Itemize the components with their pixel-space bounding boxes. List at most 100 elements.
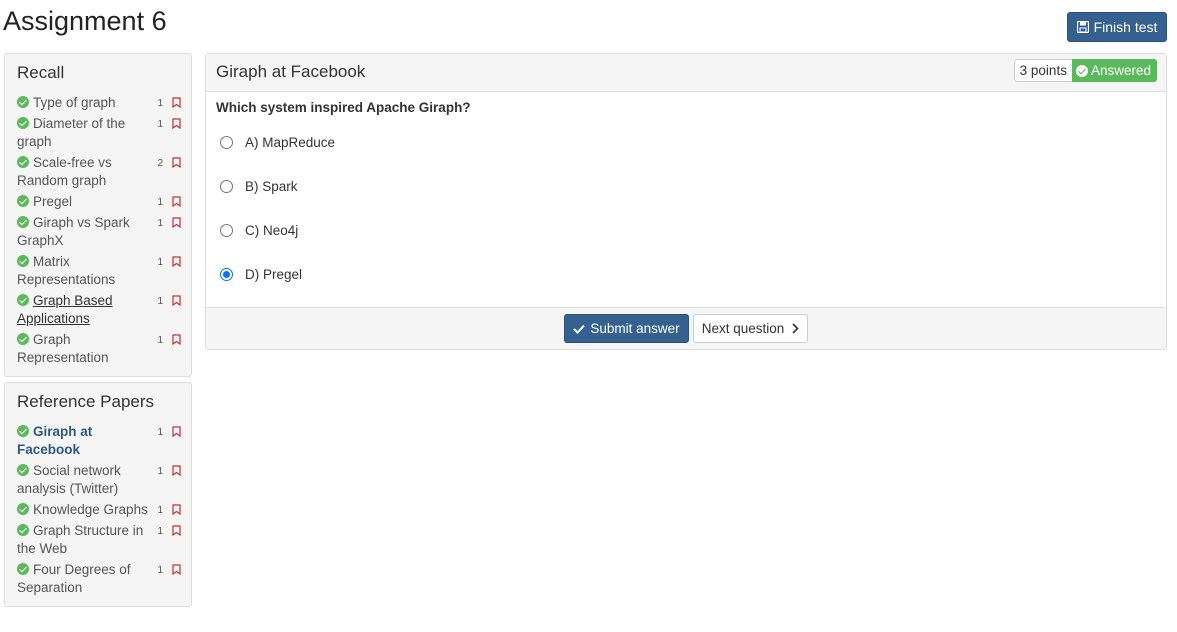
check-circle-icon <box>17 294 29 306</box>
bookmark-icon[interactable] <box>172 334 181 345</box>
nav-item-type-of-graph[interactable]: Type of graph 1 <box>13 94 183 112</box>
answered-badge: Answered <box>1071 59 1157 82</box>
radio-button[interactable] <box>220 180 233 193</box>
check-circle-icon <box>17 333 29 345</box>
option-label: B) Spark <box>245 179 298 194</box>
check-icon <box>573 324 586 334</box>
check-circle-icon <box>17 255 29 267</box>
nav-item-points: 1 <box>157 565 163 576</box>
bookmark-icon[interactable] <box>172 118 181 129</box>
submit-answer-button[interactable]: Submit answer <box>564 314 689 343</box>
nav-item-label: Graph Structure in the Web <box>17 523 144 556</box>
nav-item-label: Scale-free vs Random graph <box>17 155 112 188</box>
option-label: D) Pregel <box>245 267 303 282</box>
answered-label: Answered <box>1090 63 1151 78</box>
bookmark-icon[interactable] <box>172 564 181 575</box>
question-header: Giraph at Facebook 3 points Answered <box>206 54 1166 92</box>
nav-item-points: 1 <box>157 98 163 109</box>
check-circle-icon <box>17 425 29 437</box>
nav-item-label: Type of graph <box>33 95 116 110</box>
check-circle-icon <box>17 563 29 575</box>
option-label: C) Neo4j <box>245 223 299 238</box>
reference-papers-panel: Reference Papers Giraph at Facebook 1 So… <box>4 382 192 607</box>
nav-item-points: 1 <box>157 119 163 130</box>
page-title: Assignment 6 <box>3 6 167 36</box>
finish-test-button[interactable]: Finish test <box>1067 12 1167 42</box>
bookmark-icon[interactable] <box>172 504 181 515</box>
option-a[interactable]: A) MapReduce <box>220 135 335 150</box>
check-circle-icon <box>17 503 29 515</box>
bookmark-icon[interactable] <box>172 196 181 207</box>
option-label: A) MapReduce <box>245 135 336 150</box>
nav-item-giraph-at-facebook[interactable]: Giraph at Facebook 1 <box>13 423 183 459</box>
nav-item-label: Four Degrees of Separation <box>17 562 131 595</box>
nav-item-points: 1 <box>157 197 163 208</box>
bookmark-icon[interactable] <box>172 525 181 536</box>
nav-item-knowledge-graphs[interactable]: Knowledge Graphs 1 <box>13 501 183 519</box>
radio-button[interactable] <box>220 268 233 281</box>
nav-item-diameter[interactable]: Diameter of the graph 1 <box>13 115 183 151</box>
check-circle-icon <box>17 156 29 168</box>
question-text: Which system inspired Apache Giraph? <box>216 100 471 115</box>
reference-papers-title: Reference Papers <box>17 392 155 411</box>
chevron-right-icon <box>792 323 799 334</box>
bookmark-icon[interactable] <box>172 426 181 437</box>
nav-item-graph-representation[interactable]: Graph Representation 1 <box>13 331 183 367</box>
nav-item-graph-structure-web[interactable]: Graph Structure in the Web 1 <box>13 522 183 558</box>
question-title: Giraph at Facebook <box>216 62 366 81</box>
nav-item-label: Pregel <box>33 194 73 209</box>
nav-item-points: 1 <box>157 257 163 268</box>
recall-title: Recall <box>17 63 65 82</box>
option-c[interactable]: C) Neo4j <box>220 223 298 238</box>
bookmark-icon[interactable] <box>172 256 181 267</box>
check-circle-icon <box>17 216 29 228</box>
nav-item-graph-based-apps[interactable]: Graph Based Applications 1 <box>13 292 183 328</box>
nav-item-pregel[interactable]: Pregel 1 <box>13 193 183 211</box>
reference-papers-list: Giraph at Facebook 1 Social network anal… <box>13 423 183 600</box>
status-badge: 3 points Answered <box>1013 59 1157 82</box>
nav-item-points: 1 <box>157 427 163 438</box>
nav-item-label: Matrix Representations <box>17 254 116 287</box>
recall-list: Type of graph 1 Diameter of the graph 1 … <box>13 94 183 370</box>
next-question-label: Next question <box>701 321 785 336</box>
nav-item-label: Knowledge Graphs <box>33 502 148 517</box>
check-circle-icon <box>1075 64 1088 77</box>
nav-item-label: Giraph vs Spark GraphX <box>17 215 130 248</box>
nav-item-label: Graph Based Applications <box>17 293 113 326</box>
nav-item-scale-free[interactable]: Scale-free vs Random graph 2 <box>13 154 183 190</box>
question-footer: Submit answer Next question <box>206 307 1166 349</box>
check-circle-icon <box>17 195 29 207</box>
submit-answer-label: Submit answer <box>590 321 680 336</box>
nav-item-points: 1 <box>157 335 163 346</box>
question-panel: Giraph at Facebook 3 points Answered Whi… <box>205 53 1167 350</box>
bookmark-icon[interactable] <box>172 295 181 306</box>
nav-item-label: Diameter of the graph <box>17 116 126 149</box>
nav-item-social-network[interactable]: Social network analysis (Twitter) 1 <box>13 462 183 498</box>
bookmark-icon[interactable] <box>172 465 181 476</box>
nav-item-points: 1 <box>157 466 163 477</box>
next-question-button[interactable]: Next question <box>693 314 808 343</box>
nav-item-points: 1 <box>157 218 163 229</box>
radio-button[interactable] <box>220 136 233 149</box>
nav-item-label: Graph Representation <box>17 332 109 365</box>
bookmark-icon[interactable] <box>172 157 181 168</box>
nav-item-points: 1 <box>157 296 163 307</box>
nav-item-points: 1 <box>157 526 163 537</box>
bookmark-icon[interactable] <box>172 97 181 108</box>
finish-test-label: Finish test <box>1093 19 1158 35</box>
nav-item-giraph-vs-spark[interactable]: Giraph vs Spark GraphX 1 <box>13 214 183 250</box>
nav-item-points: 2 <box>157 158 163 169</box>
save-icon <box>1076 21 1089 33</box>
option-d[interactable]: D) Pregel <box>220 267 302 282</box>
nav-item-four-degrees[interactable]: Four Degrees of Separation 1 <box>13 561 183 597</box>
radio-button[interactable] <box>220 224 233 237</box>
points-badge: 3 points <box>1013 59 1072 82</box>
recall-panel: Recall Type of graph 1 Diameter of the g… <box>4 53 192 377</box>
check-circle-icon <box>17 96 29 108</box>
nav-item-label: Social network analysis (Twitter) <box>17 463 121 496</box>
option-b[interactable]: B) Spark <box>220 179 298 194</box>
check-circle-icon <box>17 117 29 129</box>
nav-item-points: 1 <box>157 505 163 516</box>
bookmark-icon[interactable] <box>172 217 181 228</box>
nav-item-matrix[interactable]: Matrix Representations 1 <box>13 253 183 289</box>
